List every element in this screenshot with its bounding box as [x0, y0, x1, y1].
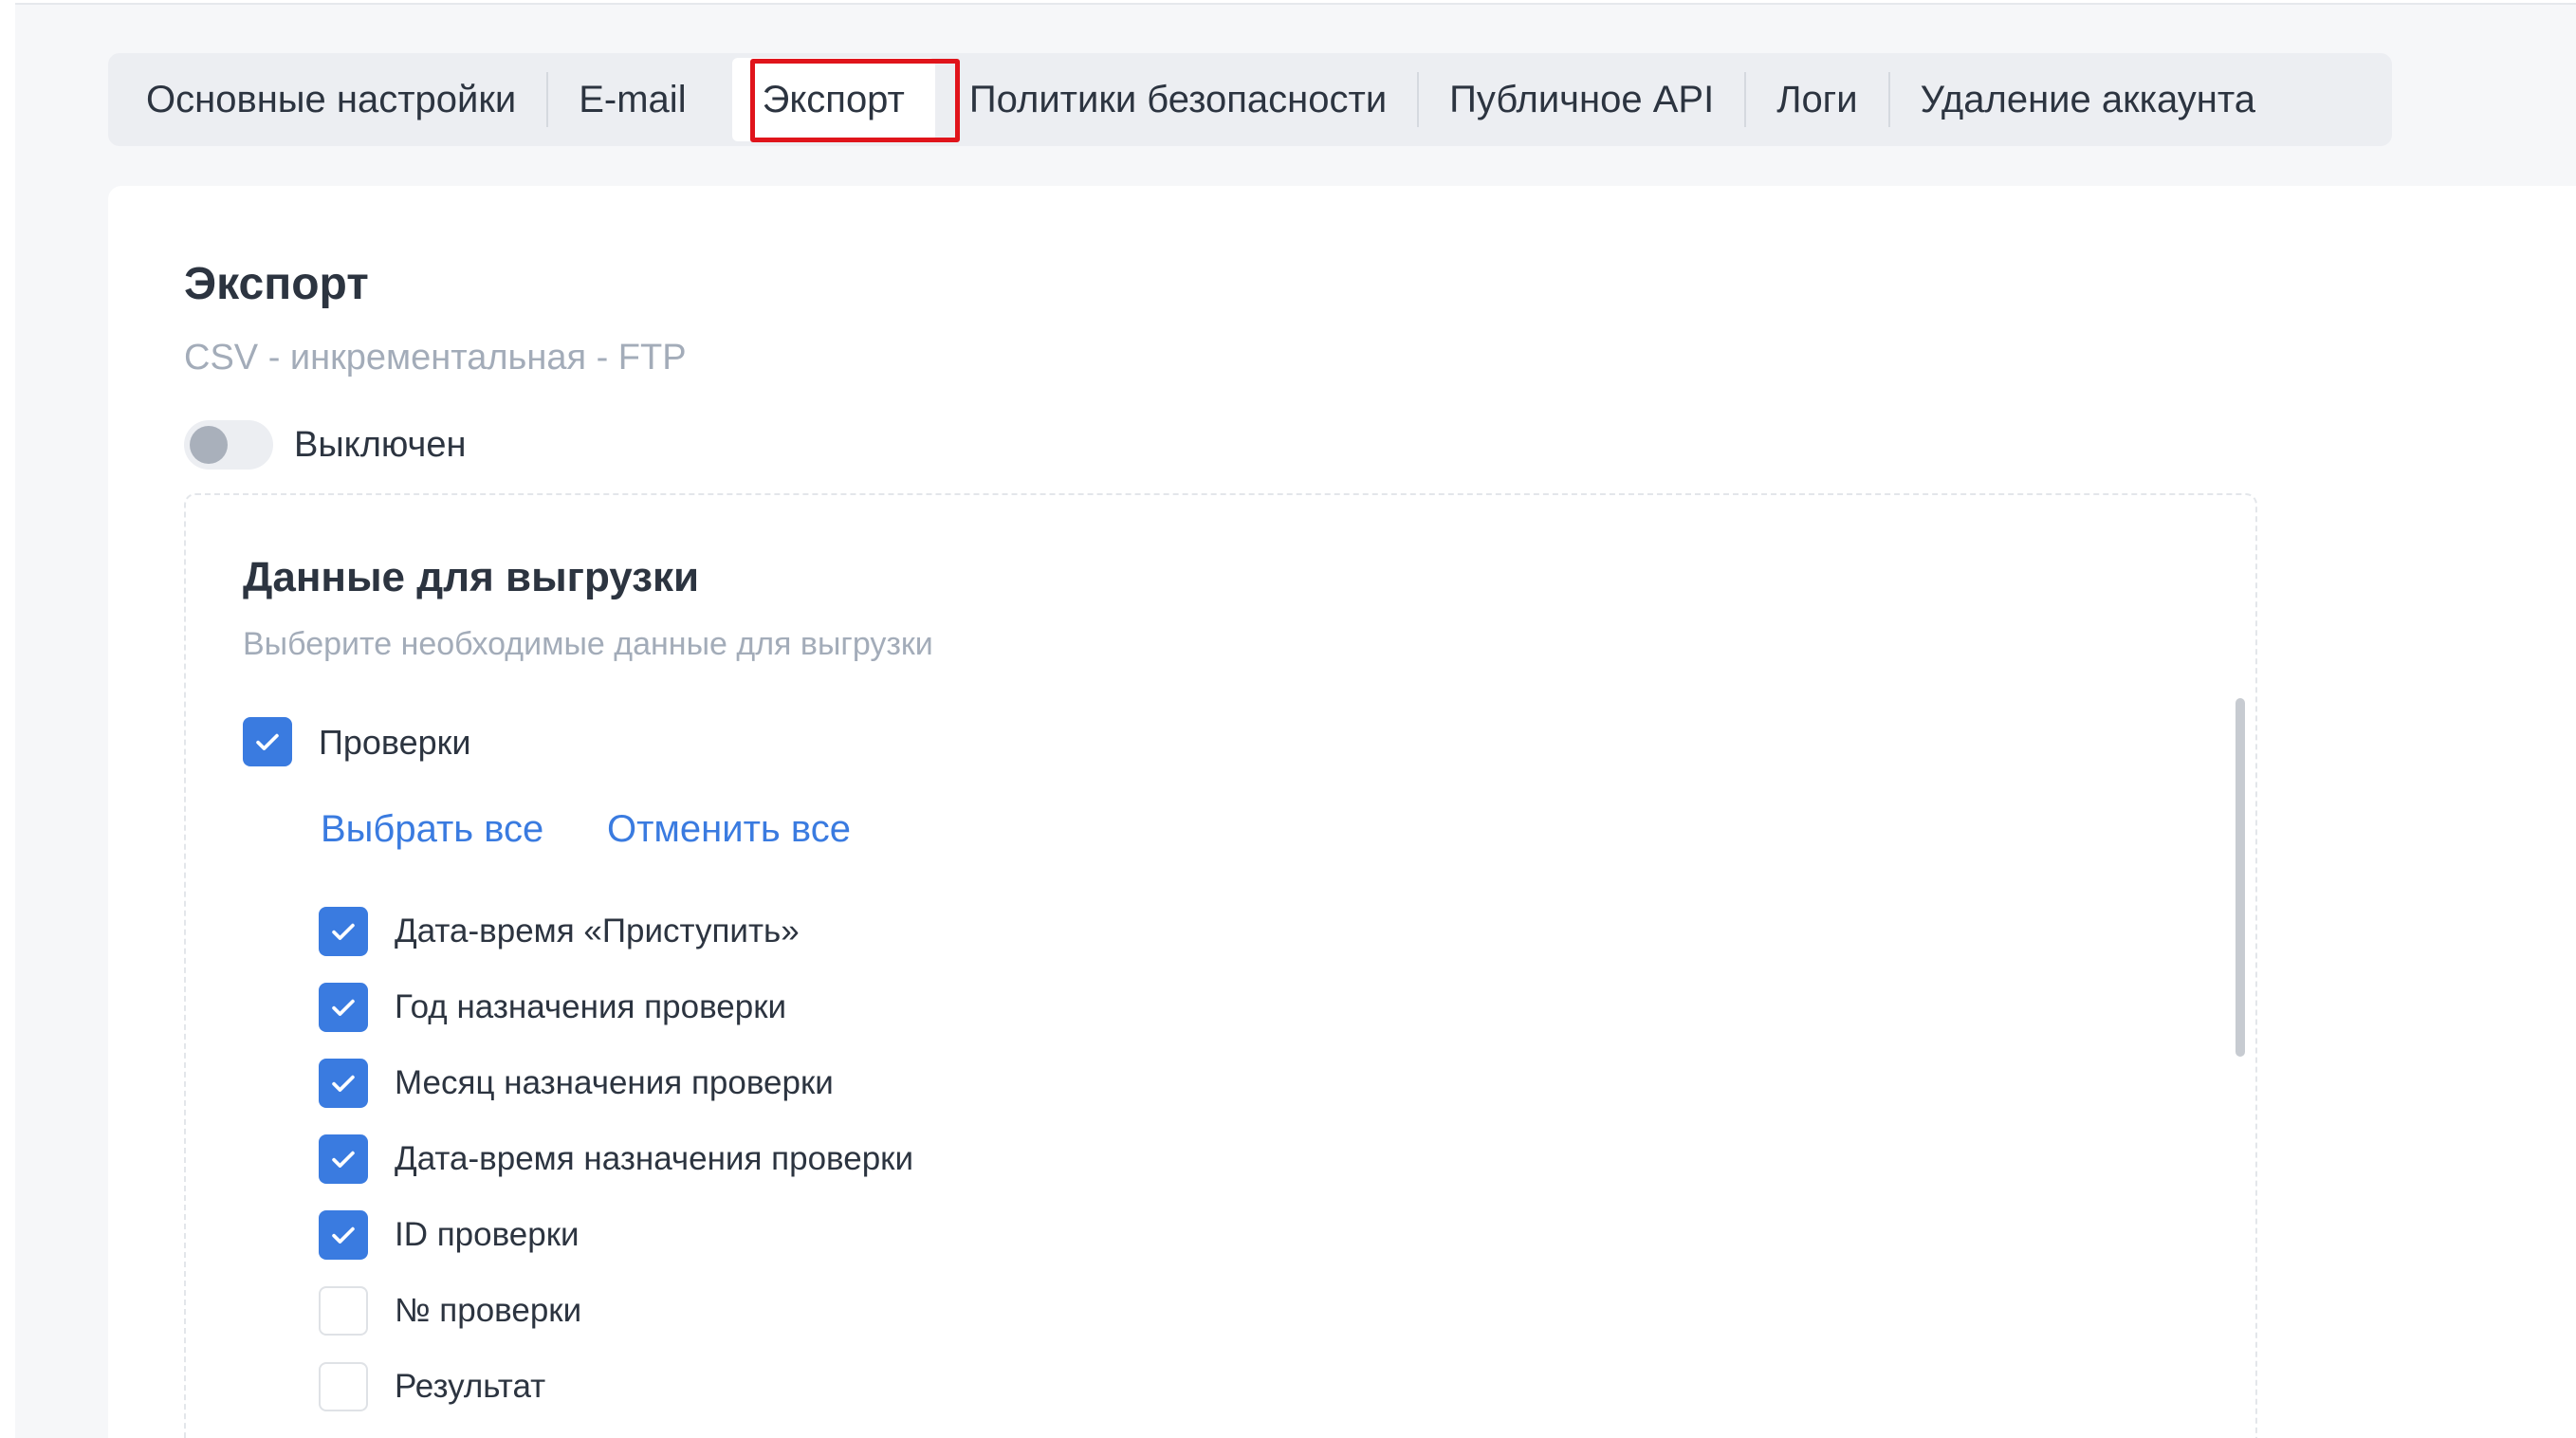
field-checkbox[interactable] — [319, 1210, 368, 1260]
field-checkbox[interactable] — [319, 1286, 368, 1336]
field-label: Дата-время назначения проверки — [395, 1140, 914, 1177]
tab-divider — [546, 72, 549, 127]
checkmark-icon — [332, 999, 355, 1016]
section-subtitle: Выберите необходимые данные для выгрузки — [243, 626, 933, 662]
checkmark-icon — [332, 1226, 355, 1244]
settings-tabbar: Основные настройки E-mail Экспорт Полити… — [108, 53, 2392, 146]
tab-delete-account[interactable]: Удаление аккаунта — [1921, 53, 2255, 146]
checkmark-icon — [332, 1075, 355, 1092]
checks-group-label: Проверки — [319, 723, 471, 762]
tab-export[interactable]: Экспорт — [731, 58, 935, 141]
section-title: Данные для выгрузки — [243, 554, 700, 600]
field-label: № проверки — [395, 1292, 582, 1329]
left-edge — [0, 0, 15, 1438]
tab-logs[interactable]: Логи — [1776, 53, 1857, 146]
field-checkbox[interactable] — [319, 983, 368, 1032]
tab-divider — [1744, 72, 1747, 127]
field-label: Месяц назначения проверки — [395, 1064, 834, 1101]
checks-group-checkbox[interactable] — [243, 717, 292, 766]
checkmark-icon — [332, 1151, 355, 1168]
field-label: Результат — [395, 1368, 546, 1405]
checkmark-icon — [332, 923, 355, 940]
field-checkbox[interactable] — [319, 1134, 368, 1184]
field-label: Год назначения проверки — [395, 988, 787, 1025]
top-bar — [15, 0, 2576, 5]
toggle-knob — [190, 426, 228, 464]
field-checkbox[interactable] — [319, 1059, 368, 1108]
tab-general[interactable]: Основные настройки — [146, 53, 516, 146]
list-scrollbar[interactable] — [2236, 698, 2245, 1057]
tab-divider — [1417, 72, 1420, 127]
field-label: Дата-время «Приступить» — [395, 913, 800, 949]
field-checkbox[interactable] — [319, 1362, 368, 1411]
settings-page: Основные настройки E-mail Экспорт Полити… — [0, 0, 2576, 1438]
tab-email[interactable]: E-mail — [579, 53, 686, 146]
select-all-link[interactable]: Выбрать все — [321, 808, 543, 851]
field-checkbox[interactable] — [319, 907, 368, 956]
field-label: ID проверки — [395, 1216, 580, 1253]
checkmark-icon — [256, 733, 279, 750]
page-title: Экспорт — [184, 259, 369, 309]
tab-public-api[interactable]: Публичное API — [1449, 53, 1714, 146]
tab-security-policies[interactable]: Политики безопасности — [969, 53, 1387, 146]
toggle-status-label: Выключен — [294, 425, 467, 465]
deselect-all-link[interactable]: Отменить все — [607, 808, 851, 851]
export-enabled-toggle[interactable] — [184, 420, 273, 470]
export-subtitle: CSV - инкрементальная - FTP — [184, 338, 687, 378]
tab-divider — [1887, 72, 1890, 127]
